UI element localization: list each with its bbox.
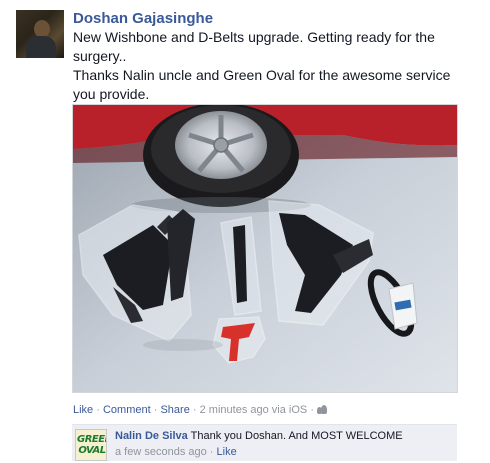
comment-link[interactable]: Comment	[103, 404, 151, 416]
post-message-line: Thanks Nalin uncle and Green Oval for th…	[73, 67, 451, 102]
green-oval-logo-top: GREEN	[77, 434, 106, 445]
green-oval-logo-bottom: OVAL	[78, 445, 106, 456]
commenter-avatar[interactable]: GREEN OVAL	[75, 429, 107, 461]
car-parts-photo	[73, 105, 457, 392]
post-message: New Wishbone and D-Belts upgrade. Gettin…	[73, 28, 473, 104]
comment-like-link[interactable]: Like	[217, 446, 237, 458]
avatar-body	[26, 36, 56, 58]
separator: ·	[153, 404, 158, 416]
comment-text: Thank you Doshan. And MOST WELCOME	[190, 430, 403, 442]
comment-timestamp[interactable]: a few seconds ago	[115, 446, 207, 458]
separator: ·	[96, 404, 100, 416]
comment-meta: a few seconds ago · Like	[115, 445, 237, 460]
share-link[interactable]: Share	[160, 404, 189, 416]
separator: ·	[310, 404, 314, 416]
comment-author-name[interactable]: Nalin De Silva	[115, 430, 188, 442]
author-avatar[interactable]	[16, 10, 64, 58]
separator: ·	[192, 404, 197, 416]
friends-icon[interactable]	[317, 405, 328, 414]
post-timestamp[interactable]: 2 minutes ago via iOS	[200, 404, 308, 416]
separator: ·	[209, 446, 214, 458]
post-message-line: New Wishbone and D-Belts upgrade. Gettin…	[73, 29, 435, 64]
like-link[interactable]: Like	[73, 404, 93, 416]
post-author-name[interactable]: Doshan Gajasinghe	[73, 9, 213, 29]
post-actions-bar: Like · Comment · Share · 2 minutes ago v…	[73, 403, 328, 418]
comment-body: Nalin De Silva Thank you Doshan. And MOS…	[115, 429, 403, 444]
comment-item: GREEN OVAL Nalin De Silva Thank you Dosh…	[72, 424, 457, 461]
feed-post: Doshan Gajasinghe New Wishbone and D-Bel…	[0, 0, 490, 463]
post-photo[interactable]	[72, 104, 458, 393]
